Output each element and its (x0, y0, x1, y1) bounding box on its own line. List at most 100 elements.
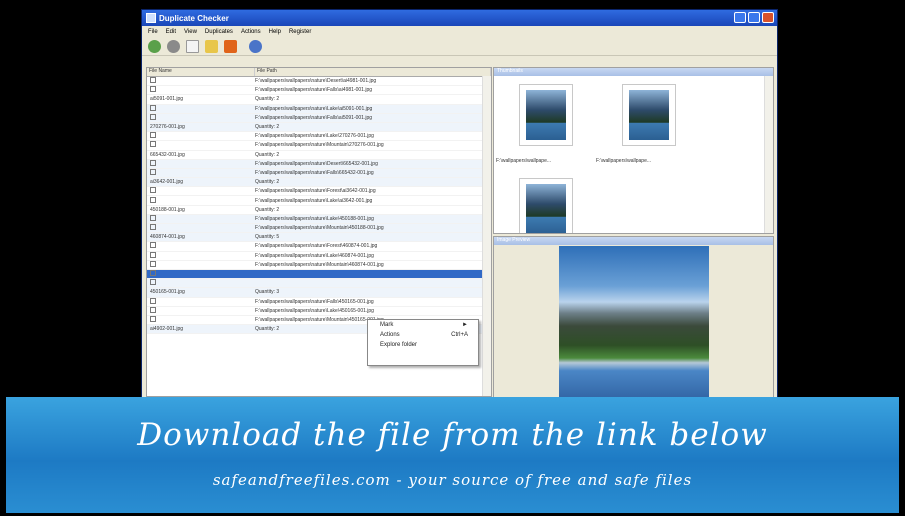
thumbnails-panel: Thumbnails F:\wallpapers\wallpape... F:\… (493, 67, 774, 234)
thumbnail-2[interactable] (622, 84, 676, 146)
delete-icon[interactable] (224, 39, 237, 53)
table-row[interactable]: ai3642-001.jpg Quantity: 2 (147, 178, 491, 188)
table-row[interactable]: F:\wallpapers\wallpapers\nature\Falls\66… (147, 168, 491, 179)
row-checkbox[interactable] (150, 297, 156, 304)
thumbnail-caption: F:\wallpapers\wallpape... (596, 158, 652, 164)
row-checkbox[interactable] (150, 214, 156, 221)
row-checkbox[interactable] (150, 141, 156, 148)
column-header-file-path[interactable]: File Path (255, 68, 491, 76)
row-checkbox[interactable] (150, 132, 156, 139)
file-path-cell: F:\wallpapers\wallpapers\nature\Forest\a… (255, 188, 376, 195)
table-row[interactable]: F:\wallpapers\wallpapers\nature\Mountain… (147, 260, 491, 270)
thumbnail-1[interactable] (519, 84, 573, 146)
close-button[interactable] (762, 12, 774, 23)
table-row[interactable]: 665432-001.jpg Quantity: 2 (147, 151, 491, 160)
help-icon[interactable] (249, 39, 262, 53)
table-row[interactable]: 270276-001.jpg Quantity: 2 (147, 122, 491, 133)
stop-icon[interactable] (167, 39, 180, 53)
row-checkbox[interactable] (150, 86, 156, 93)
list-header: File Name File Path (147, 68, 491, 77)
menu-view[interactable]: View (184, 29, 197, 35)
submenu-arrow-icon: ► (462, 322, 468, 328)
app-window: Duplicate Checker File Edit View Duplica… (141, 9, 778, 401)
context-menu-item-actions[interactable]: Actions Ctrl+A (368, 330, 478, 340)
table-row[interactable]: F:\wallpapers\wallpapers\nature\Mountain… (147, 224, 491, 234)
context-menu-item-explore-folder[interactable]: Explore folder (368, 340, 478, 350)
table-row[interactable]: 450188-001.jpg Quantity: 2 (147, 206, 491, 215)
menu-help[interactable]: Help (269, 29, 281, 35)
row-checkbox[interactable] (150, 260, 156, 267)
table-row[interactable]: 450165-001.jpg Quantity: 3 (147, 288, 491, 298)
row-checkbox[interactable] (150, 77, 156, 84)
minimize-button[interactable] (734, 12, 746, 23)
maximize-button[interactable] (748, 12, 760, 23)
row-checkbox[interactable] (150, 224, 156, 231)
row-checkbox[interactable] (150, 279, 156, 286)
file-name-cell (147, 270, 255, 278)
row-checkbox[interactable] (150, 113, 156, 120)
row-checkbox[interactable] (150, 187, 156, 194)
table-row[interactable]: F:\wallpapers\wallpapers\nature\Lake\ai5… (147, 104, 491, 114)
column-header-file-name[interactable]: File Name (147, 68, 255, 76)
table-row[interactable]: ai5091-001.jpg Quantity: 2 (147, 95, 491, 105)
row-checkbox[interactable] (150, 315, 156, 322)
list-scrollbar[interactable] (482, 76, 491, 396)
file-path-cell: Quantity: 3 (255, 289, 280, 296)
file-path-cell: F:\wallpapers\wallpapers\nature\Falls\ai… (255, 87, 373, 94)
file-name-cell (147, 306, 255, 315)
table-row[interactable]: F:\wallpapers\wallpapers\nature\Falls\ai… (147, 113, 491, 123)
file-path-cell: F:\wallpapers\wallpapers\nature\Lake\ai5… (255, 105, 373, 112)
row-checkbox[interactable] (150, 196, 156, 203)
file-path-cell: F:\wallpapers\wallpapers\nature\Lake\450… (255, 215, 374, 222)
menu-actions[interactable]: Actions (241, 29, 261, 35)
menu-register[interactable]: Register (289, 29, 311, 35)
table-row[interactable]: F:\wallpapers\wallpapers\nature\Desert\a… (147, 77, 491, 87)
file-path-cell: Quantity: 2 (255, 179, 280, 186)
table-row[interactable]: F:\wallpapers\wallpapers\nature\Mountain… (147, 141, 491, 151)
context-menu-item-mark[interactable]: Mark ► (368, 320, 478, 330)
table-row[interactable]: F:\wallpapers\wallpapers\nature\Forest\a… (147, 187, 491, 197)
table-row[interactable] (147, 279, 491, 289)
open-icon[interactable] (205, 39, 218, 53)
scan-icon[interactable] (148, 39, 161, 53)
row-checkbox[interactable] (150, 159, 156, 166)
menu-file[interactable]: File (148, 29, 158, 35)
table-row[interactable]: F:\wallpapers\wallpapers\nature\Desert\6… (147, 159, 491, 169)
banner-headline: Download the file from the link below (137, 417, 768, 453)
row-checkbox[interactable] (150, 251, 156, 258)
file-name-cell (147, 224, 255, 232)
table-row[interactable]: F:\wallpapers\wallpapers\nature\Lake\450… (147, 306, 491, 316)
row-checkbox[interactable] (150, 306, 156, 313)
file-name-cell (147, 242, 255, 250)
table-row[interactable]: F:\wallpapers\wallpapers\nature\Forest\4… (147, 242, 491, 252)
row-checkbox[interactable] (150, 104, 156, 111)
file-path-cell: F:\wallpapers\wallpapers\nature\Lake\460… (255, 252, 374, 259)
table-row[interactable]: F:\wallpapers\wallpapers\nature\Lake\460… (147, 251, 491, 261)
file-name-cell (147, 159, 255, 168)
table-row[interactable]: F:\wallpapers\wallpapers\nature\Falls\45… (147, 297, 491, 307)
file-name-cell (147, 251, 255, 260)
menu-duplicates[interactable]: Duplicates (205, 29, 233, 35)
file-name-text: 665432-001.jpg (150, 151, 185, 158)
table-row[interactable]: F:\wallpapers\wallpapers\nature\Lake\450… (147, 214, 491, 224)
file-name-text: 450188-001.jpg (150, 206, 185, 213)
file-name-cell (147, 297, 255, 306)
table-row[interactable] (147, 269, 491, 280)
title-bar[interactable]: Duplicate Checker (142, 10, 777, 26)
thumbnail-3[interactable] (519, 178, 573, 233)
table-row[interactable]: F:\wallpapers\wallpapers\nature\Lake\270… (147, 132, 491, 142)
thumbnails-scrollbar[interactable] (764, 76, 773, 233)
row-checkbox[interactable] (150, 242, 156, 249)
row-checkbox[interactable] (150, 270, 156, 277)
file-name-cell: 460874-001.jpg (147, 234, 255, 240)
table-row[interactable]: F:\wallpapers\wallpapers\nature\Lake\ai3… (147, 196, 491, 206)
file-path-cell: F:\wallpapers\wallpapers\nature\Mountain… (255, 261, 384, 268)
file-name-cell: ai4902-001.jpg (147, 326, 255, 332)
file-path-cell: F:\wallpapers\wallpapers\nature\Falls\ai… (255, 114, 373, 121)
table-row[interactable]: F:\wallpapers\wallpapers\nature\Falls\ai… (147, 86, 491, 96)
file-name-cell (147, 196, 255, 205)
row-checkbox[interactable] (150, 168, 156, 175)
new-icon[interactable] (186, 39, 199, 53)
menu-edit[interactable]: Edit (166, 29, 176, 35)
table-row[interactable]: 460874-001.jpg Quantity: 5 (147, 233, 491, 243)
